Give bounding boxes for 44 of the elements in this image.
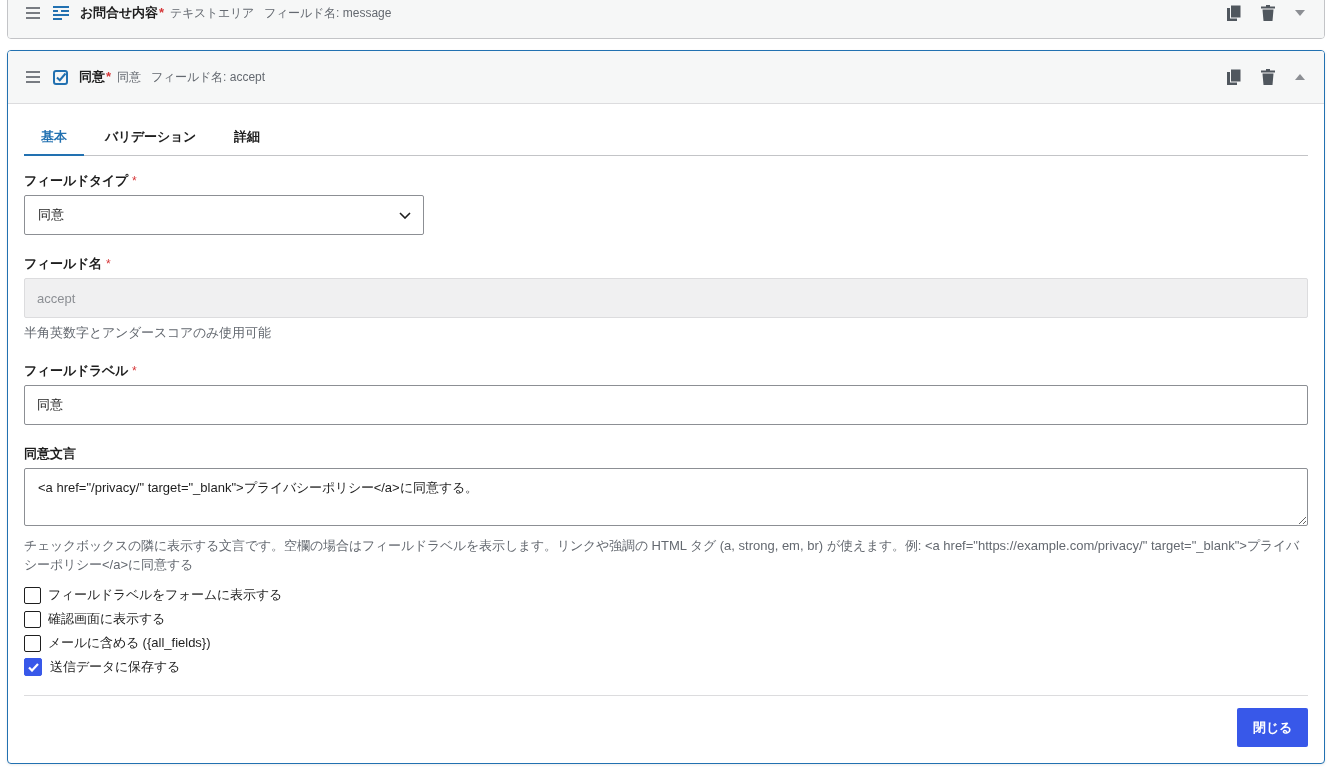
select-field[interactable]: 同意 <box>24 195 424 235</box>
textarea-field[interactable]: <a href="/privacy/" target="_blank">プライバシーポリシー</a>に同意する。 <box>24 468 1308 526</box>
field-type-label: テキストエリア <box>170 5 255 22</box>
tab[interactable]: 基本 <box>24 120 84 156</box>
required-mark: * <box>132 173 137 190</box>
required-mark: * <box>159 5 165 20</box>
text-input[interactable]: 同意 <box>24 385 1308 425</box>
hamburger-icon[interactable] <box>26 71 40 83</box>
caret-down-icon[interactable] <box>1295 10 1305 16</box>
checkbox-label: フィールドラベルをフォームに表示する <box>48 586 282 604</box>
required-mark: * <box>132 363 137 380</box>
text-lines-icon <box>53 6 69 20</box>
field-label: フィールドラベル <box>24 362 128 380</box>
field-name-label: フィールド名: accept <box>151 69 266 86</box>
hamburger-icon[interactable] <box>26 7 40 19</box>
trash-icon[interactable] <box>1261 5 1275 21</box>
copy-icon[interactable] <box>1227 69 1241 85</box>
field-label: フィールドタイプ <box>24 172 128 190</box>
caret-up-icon[interactable] <box>1295 74 1305 80</box>
required-mark: * <box>106 69 112 84</box>
tab[interactable]: 詳細 <box>217 120 277 156</box>
checkbox[interactable] <box>24 634 41 652</box>
checkmark-icon <box>27 662 39 672</box>
checkbox[interactable] <box>24 610 41 628</box>
chevron-down-icon <box>399 211 411 219</box>
help-text: チェックボックスの隣に表示する文言です。空欄の場合はフィールドラベルを表示します。リンクや強調の HTML タグ (a, strong, em, br) が使えます。例: <a href="https://example.com/privacy/" target="_blank">プライバシーポリシー</a>に同意する <box>24 537 1300 574</box>
checked-box-icon <box>53 69 68 85</box>
help-text: 半角英数字とアンダースコアのみ使用可能 <box>24 324 272 342</box>
checkbox[interactable] <box>24 586 41 604</box>
checkbox[interactable] <box>24 658 42 676</box>
field-title: お問合せ内容 <box>80 4 158 22</box>
field-label: 同意文言 <box>24 445 76 463</box>
checkbox-label: メールに含める ({all_fields}) <box>48 634 211 652</box>
field-type-label: 同意 <box>117 69 142 86</box>
field-title: 同意 <box>79 68 105 86</box>
field-label: フィールド名 <box>24 255 102 273</box>
trash-icon[interactable] <box>1261 69 1275 85</box>
required-mark: * <box>106 256 111 273</box>
copy-icon[interactable] <box>1227 5 1241 21</box>
checkbox-label: 確認画面に表示する <box>48 610 165 628</box>
close-button[interactable]: 閉じる <box>1237 708 1308 747</box>
field-name-label: フィールド名: message <box>264 5 392 22</box>
checkbox-label: 送信データに保存する <box>50 658 180 676</box>
tab[interactable]: バリデーション <box>88 120 213 156</box>
